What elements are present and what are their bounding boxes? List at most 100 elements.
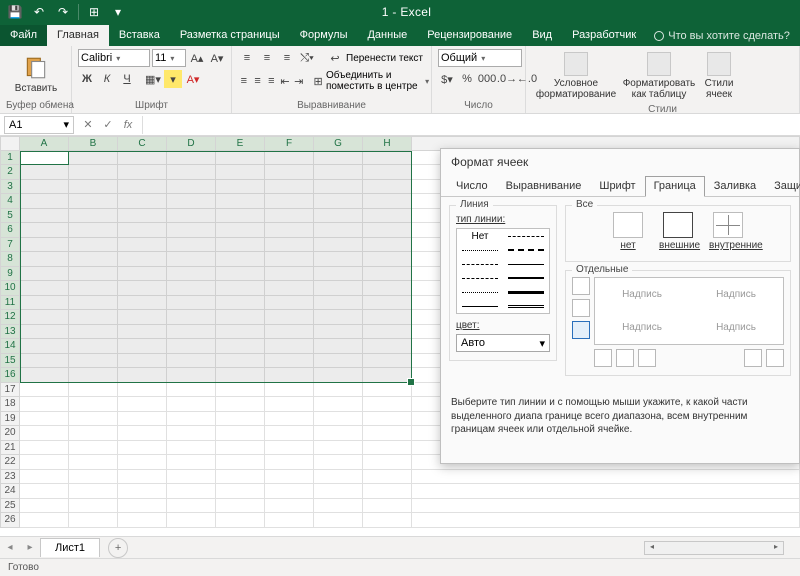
cell[interactable] bbox=[118, 267, 167, 282]
cell[interactable] bbox=[118, 470, 167, 485]
dialog-tab-number[interactable]: Число bbox=[447, 176, 497, 197]
scroll-left-icon[interactable]: ◂ bbox=[645, 542, 659, 554]
cell[interactable] bbox=[216, 383, 265, 398]
cell[interactable] bbox=[20, 310, 69, 325]
align-center-icon[interactable]: ≡ bbox=[252, 72, 264, 90]
cell[interactable] bbox=[167, 296, 216, 311]
row-header[interactable]: 5 bbox=[0, 209, 20, 224]
tab-page-layout[interactable]: Разметка страницы bbox=[170, 25, 290, 46]
cell[interactable] bbox=[363, 223, 412, 238]
cell[interactable] bbox=[69, 339, 118, 354]
add-sheet-button[interactable]: + bbox=[108, 538, 128, 558]
cell[interactable] bbox=[20, 397, 69, 412]
row-header[interactable]: 17 bbox=[0, 383, 20, 398]
tab-data[interactable]: Данные bbox=[357, 25, 417, 46]
cell[interactable] bbox=[363, 354, 412, 369]
sheet-nav-prev-icon[interactable]: ◂ bbox=[0, 542, 20, 553]
cell[interactable] bbox=[216, 412, 265, 427]
cell[interactable] bbox=[265, 354, 314, 369]
cell[interactable] bbox=[363, 151, 412, 166]
cell[interactable] bbox=[69, 426, 118, 441]
cell[interactable] bbox=[167, 383, 216, 398]
border-vmiddle-button[interactable] bbox=[638, 349, 656, 367]
cell[interactable] bbox=[69, 325, 118, 340]
column-header[interactable]: E bbox=[216, 136, 265, 151]
column-header[interactable]: C bbox=[118, 136, 167, 151]
cell[interactable] bbox=[363, 397, 412, 412]
cell[interactable] bbox=[118, 194, 167, 209]
decrease-indent-icon[interactable]: ⇤ bbox=[279, 72, 291, 90]
cell[interactable] bbox=[118, 339, 167, 354]
cell[interactable] bbox=[69, 165, 118, 180]
cell[interactable] bbox=[118, 180, 167, 195]
cell[interactable] bbox=[265, 499, 314, 514]
cell[interactable] bbox=[363, 165, 412, 180]
scroll-right-icon[interactable]: ▸ bbox=[769, 542, 783, 554]
dialog-tab-protection[interactable]: Защита bbox=[765, 176, 800, 197]
tab-developer[interactable]: Разработчик bbox=[562, 25, 646, 46]
cell[interactable] bbox=[167, 310, 216, 325]
cell[interactable] bbox=[265, 310, 314, 325]
cell-styles-button[interactable]: Стили ячеек bbox=[698, 49, 740, 103]
row-header[interactable]: 8 bbox=[0, 252, 20, 267]
cell[interactable] bbox=[314, 165, 363, 180]
border-top-button[interactable] bbox=[572, 277, 590, 295]
cell[interactable] bbox=[69, 223, 118, 238]
cell[interactable] bbox=[69, 194, 118, 209]
tab-file[interactable]: Файл bbox=[0, 25, 47, 46]
increase-indent-icon[interactable]: ⇥ bbox=[293, 72, 305, 90]
cell[interactable] bbox=[167, 252, 216, 267]
cell[interactable] bbox=[69, 455, 118, 470]
select-all-corner[interactable] bbox=[0, 136, 20, 151]
sheet-nav-next-icon[interactable]: ▸ bbox=[20, 542, 40, 553]
cell[interactable] bbox=[265, 455, 314, 470]
border-hmiddle-button[interactable] bbox=[572, 299, 590, 317]
font-color-button[interactable]: A▾ bbox=[184, 70, 202, 88]
cell[interactable] bbox=[69, 209, 118, 224]
font-size-combo[interactable]: 11▾ bbox=[152, 49, 186, 67]
cell[interactable] bbox=[167, 223, 216, 238]
cell[interactable] bbox=[216, 397, 265, 412]
preset-inside[interactable]: внутренние bbox=[709, 212, 747, 251]
dialog-tab-font[interactable]: Шрифт bbox=[590, 176, 644, 197]
cell[interactable] bbox=[363, 513, 412, 528]
cell[interactable] bbox=[265, 339, 314, 354]
row-header[interactable]: 14 bbox=[0, 339, 20, 354]
cell[interactable] bbox=[265, 426, 314, 441]
cell[interactable] bbox=[167, 325, 216, 340]
border-diag-up-button[interactable] bbox=[594, 349, 612, 367]
cell[interactable] bbox=[314, 281, 363, 296]
column-header[interactable]: H bbox=[363, 136, 412, 151]
cell[interactable] bbox=[363, 339, 412, 354]
percent-format-icon[interactable]: % bbox=[458, 70, 476, 88]
cell[interactable] bbox=[20, 281, 69, 296]
cell[interactable] bbox=[118, 484, 167, 499]
cell[interactable] bbox=[216, 499, 265, 514]
cell[interactable] bbox=[314, 383, 363, 398]
row-header[interactable]: 1 bbox=[0, 151, 20, 166]
cell[interactable] bbox=[167, 470, 216, 485]
align-right-icon[interactable]: ≡ bbox=[265, 72, 277, 90]
cell[interactable] bbox=[314, 426, 363, 441]
cell[interactable] bbox=[216, 426, 265, 441]
cell[interactable] bbox=[363, 238, 412, 253]
increase-decimal-icon[interactable]: .0→ bbox=[498, 70, 516, 88]
enter-formula-icon[interactable]: ✓ bbox=[98, 118, 118, 131]
cell[interactable] bbox=[363, 412, 412, 427]
row-header[interactable]: 7 bbox=[0, 238, 20, 253]
cell[interactable] bbox=[167, 455, 216, 470]
cell[interactable] bbox=[265, 194, 314, 209]
cell[interactable] bbox=[118, 296, 167, 311]
cell[interactable] bbox=[216, 441, 265, 456]
cell[interactable] bbox=[167, 209, 216, 224]
cell[interactable] bbox=[69, 252, 118, 267]
align-middle-icon[interactable]: ≡ bbox=[258, 49, 276, 67]
undo-icon[interactable]: ↶ bbox=[30, 3, 48, 21]
cell[interactable] bbox=[314, 499, 363, 514]
cell[interactable] bbox=[265, 238, 314, 253]
cell[interactable] bbox=[216, 281, 265, 296]
cell[interactable] bbox=[363, 281, 412, 296]
cell[interactable] bbox=[314, 310, 363, 325]
cell[interactable] bbox=[69, 383, 118, 398]
cell[interactable] bbox=[314, 397, 363, 412]
